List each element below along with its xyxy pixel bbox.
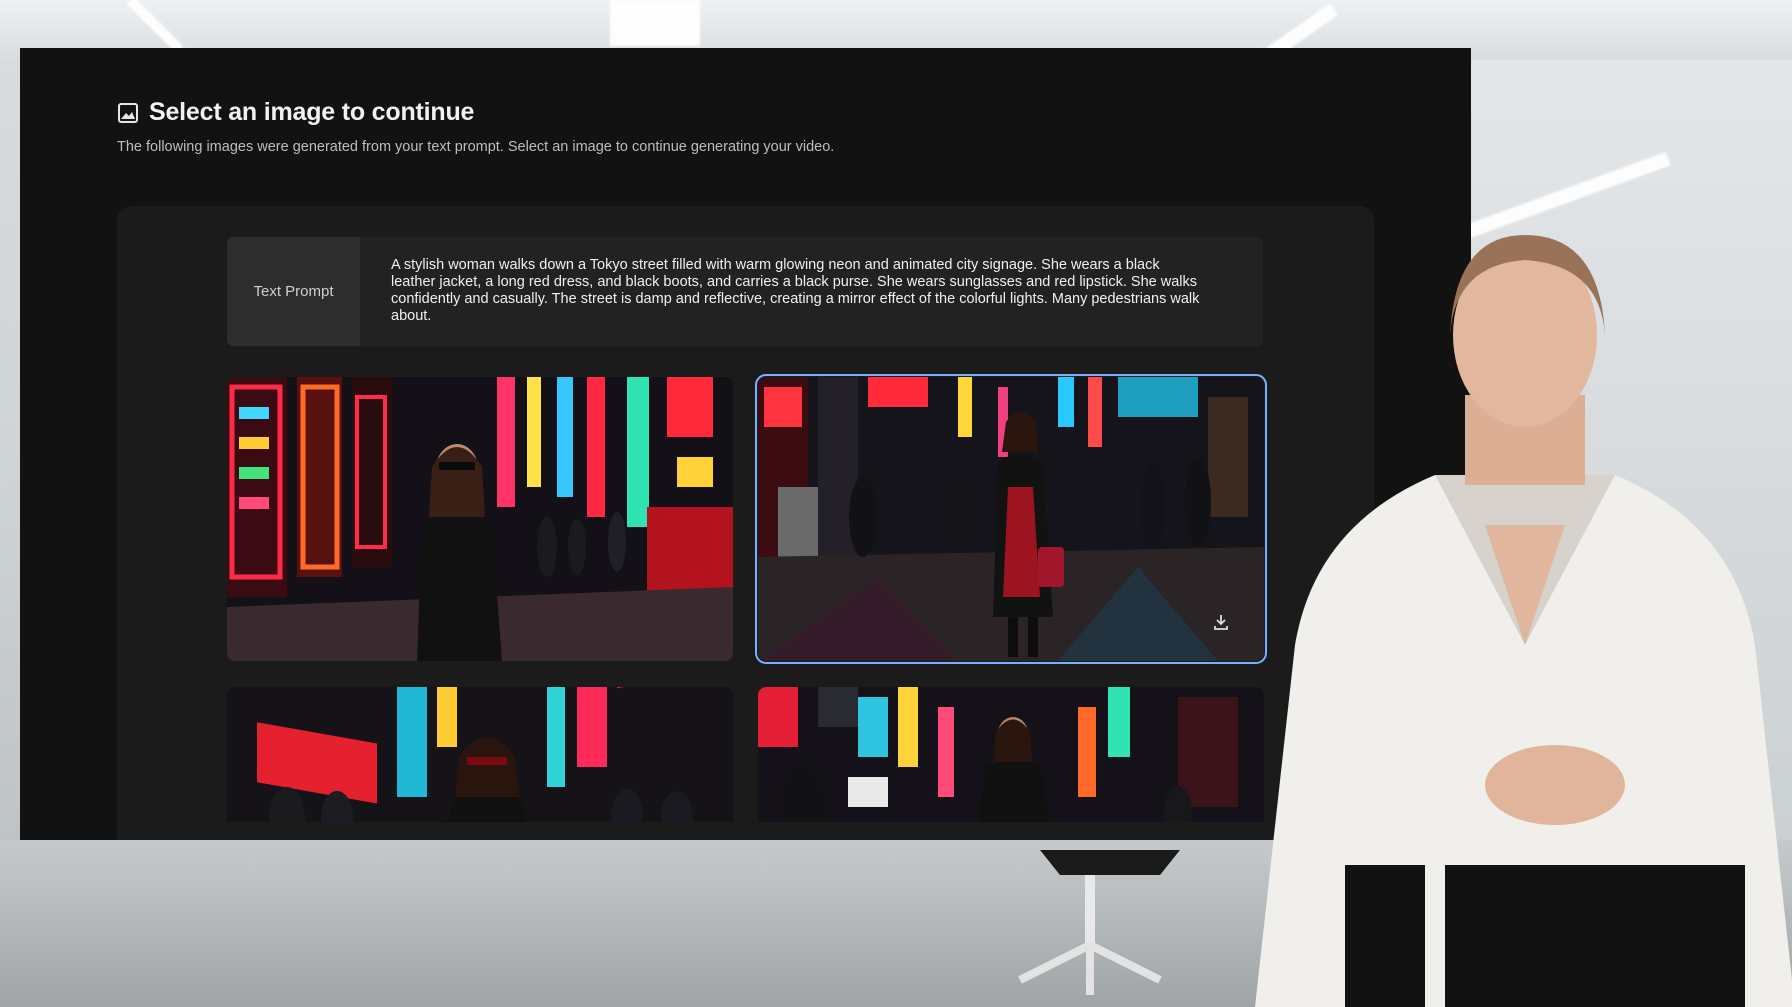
content-panel: Text Prompt A stylish woman walks down a… <box>117 206 1374 840</box>
generated-image-4[interactable] <box>758 687 1264 822</box>
text-prompt-box: Text Prompt A stylish woman walks down a… <box>227 237 1263 346</box>
presenter-avatar <box>1255 235 1792 1007</box>
text-prompt-content: A stylish woman walks down a Tokyo stree… <box>391 257 1200 324</box>
image-icon <box>118 102 138 123</box>
image-preview <box>227 377 733 661</box>
image-preview <box>227 687 733 822</box>
generated-image-3[interactable] <box>227 687 733 822</box>
page-title: Select an image to continue <box>149 98 475 126</box>
app-window: Select an image to continue The followin… <box>20 48 1471 840</box>
title-row: Select an image to continue <box>117 98 1317 127</box>
page-header: Select an image to continue The followin… <box>117 98 1317 155</box>
image-preview <box>758 687 1264 822</box>
image-preview <box>758 377 1264 661</box>
generated-image-2[interactable] <box>755 374 1267 664</box>
text-prompt-label: Text Prompt <box>227 237 360 346</box>
download-icon <box>1214 615 1228 630</box>
chair <box>1018 850 1180 995</box>
download-button[interactable] <box>1208 609 1234 635</box>
ceiling-light <box>610 0 700 46</box>
page-subtitle: The following images were generated from… <box>117 139 835 155</box>
generated-image-1[interactable] <box>227 377 733 661</box>
